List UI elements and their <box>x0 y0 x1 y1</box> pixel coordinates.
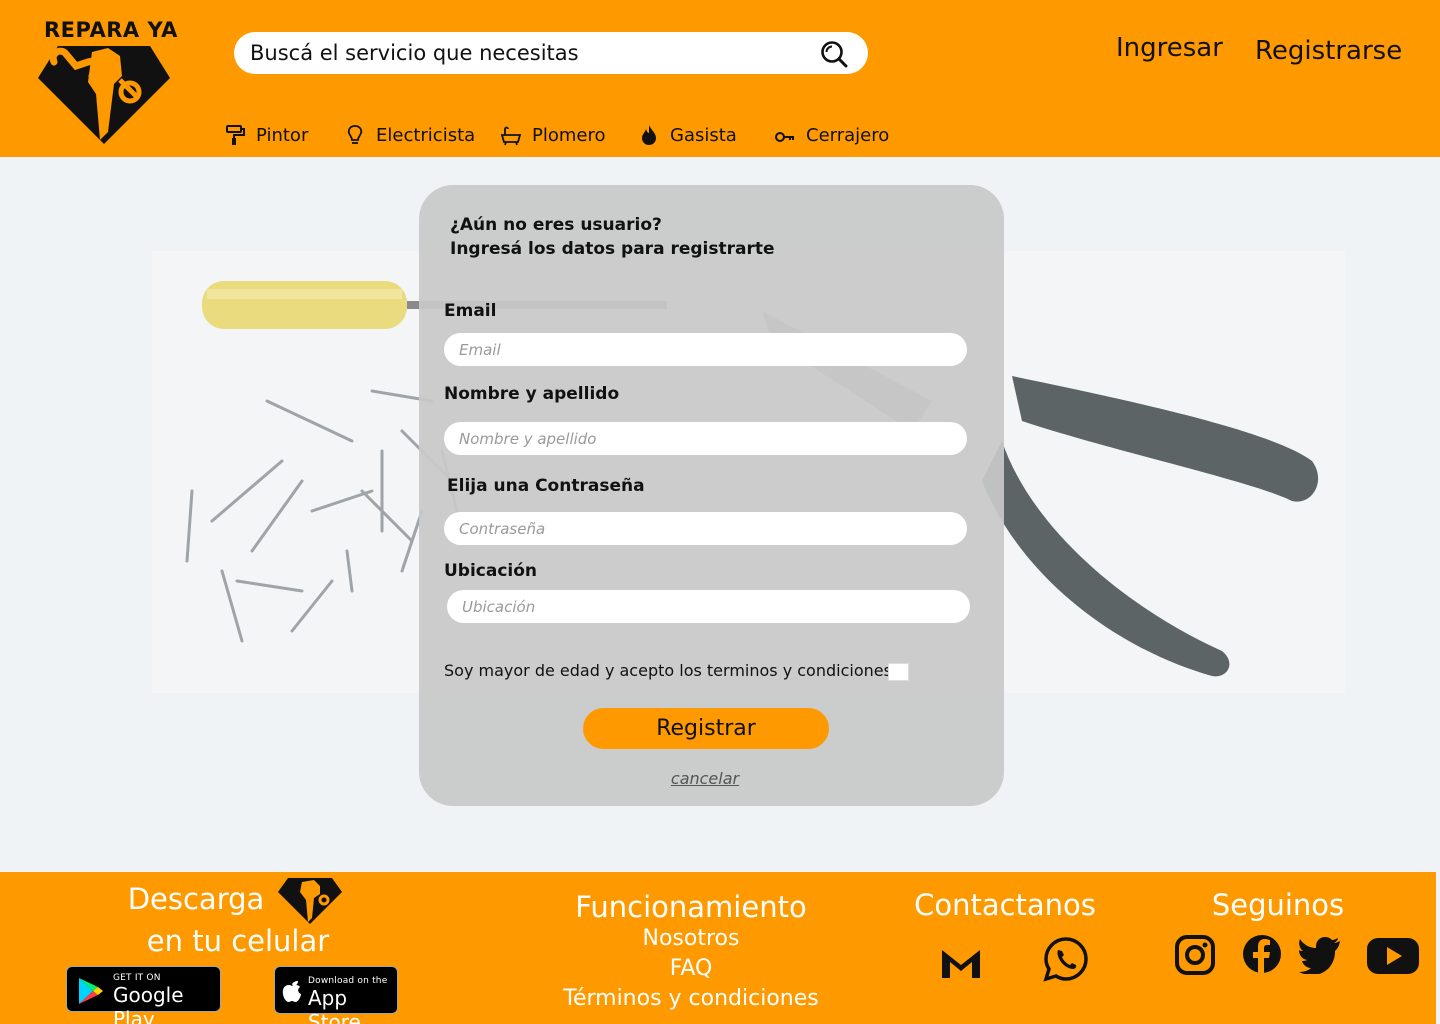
logo-diamond-icon <box>278 878 342 924</box>
twitter-icon[interactable] <box>1298 936 1342 974</box>
download-title-line1: Descarga <box>127 882 265 916</box>
app-store-small-text: Download on the <box>308 976 388 986</box>
google-play-icon <box>79 978 103 1004</box>
follow-title: Seguinos <box>1211 888 1345 922</box>
register-link[interactable]: Registrarse <box>1255 36 1402 66</box>
how-it-works-title: Funcionamiento <box>575 890 807 924</box>
nav-item-label: Plomero <box>532 124 606 146</box>
contact-title: Contactanos <box>914 888 1096 922</box>
terms-text: Soy mayor de edad y acepto los terminos … <box>444 661 898 680</box>
instagram-icon[interactable] <box>1174 934 1216 976</box>
app-store-big-text: App Store <box>308 986 361 1024</box>
nav-item-gasista[interactable]: Gasista <box>638 124 737 146</box>
flame-icon <box>642 125 656 145</box>
nav-item-pintor[interactable]: Pintor <box>224 124 308 146</box>
google-play-big-text: Google Play <box>113 983 184 1024</box>
cancel-link[interactable]: cancelar <box>419 769 991 788</box>
header: REPARA YA Ingresar Registrarse Pintor <box>0 0 1440 157</box>
search-bar <box>234 32 868 74</box>
terms-checkbox[interactable] <box>888 663 909 681</box>
gmail-icon[interactable] <box>940 944 982 980</box>
footer-link-nosotros[interactable]: Nosotros <box>541 926 841 951</box>
form-intro: ¿Aún no eres usuario? Ingresá los datos … <box>450 213 775 261</box>
nav-item-label: Pintor <box>256 124 309 146</box>
nav-item-electricista[interactable]: Electricista <box>344 124 475 146</box>
nav-item-cerrajero[interactable]: Cerrajero <box>774 124 889 146</box>
password-label: Elija una Contraseña <box>447 476 645 496</box>
location-label: Ubicación <box>444 561 538 581</box>
nav-item-label: Gasista <box>670 124 737 146</box>
email-label: Email <box>444 301 497 321</box>
footer-link-faq[interactable]: FAQ <box>541 956 841 981</box>
name-label: Nombre y apellido <box>444 384 620 404</box>
form-intro-instruction: Ingresá los datos para registrarte <box>450 239 775 259</box>
register-submit-button[interactable]: Registrar <box>583 708 829 749</box>
search-icon[interactable] <box>820 40 848 68</box>
google-play-small-text: GET IT ON <box>113 973 161 983</box>
nav-item-label: Cerrajero <box>806 124 890 146</box>
youtube-icon[interactable] <box>1366 936 1420 976</box>
form-intro-question: ¿Aún no eres usuario? <box>450 215 662 235</box>
nav-item-label: Electricista <box>376 124 476 146</box>
footer-link-terms[interactable]: Términos y condiciones <box>541 986 841 1011</box>
bathtub-icon <box>500 126 522 146</box>
download-title-line2: en tu celular <box>146 924 330 958</box>
app-store-button[interactable]: Download on the App Store <box>274 966 398 1024</box>
footer: Descarga en tu celular GET IT ON Google … <box>0 872 1436 1024</box>
apple-icon <box>282 981 301 1002</box>
search-input[interactable] <box>250 38 810 68</box>
whatsapp-icon[interactable] <box>1043 936 1089 982</box>
key-icon <box>775 132 794 142</box>
facebook-icon[interactable] <box>1242 934 1282 974</box>
google-play-button[interactable]: GET IT ON Google Play <box>66 966 221 1024</box>
name-field[interactable] <box>444 422 967 455</box>
lightbulb-icon <box>347 125 363 144</box>
logo-diamond-wrench-icon[interactable] <box>36 42 172 148</box>
logo-text: REPARA YA <box>44 18 178 42</box>
registration-card: ¿Aún no eres usuario? Ingresá los datos … <box>419 185 1004 806</box>
password-field[interactable] <box>444 512 967 545</box>
location-field[interactable] <box>447 590 970 623</box>
paint-roller-icon <box>226 125 245 145</box>
login-link[interactable]: Ingresar <box>1116 33 1223 63</box>
nav-item-plomero[interactable]: Plomero <box>500 124 606 146</box>
email-field[interactable] <box>444 333 967 366</box>
